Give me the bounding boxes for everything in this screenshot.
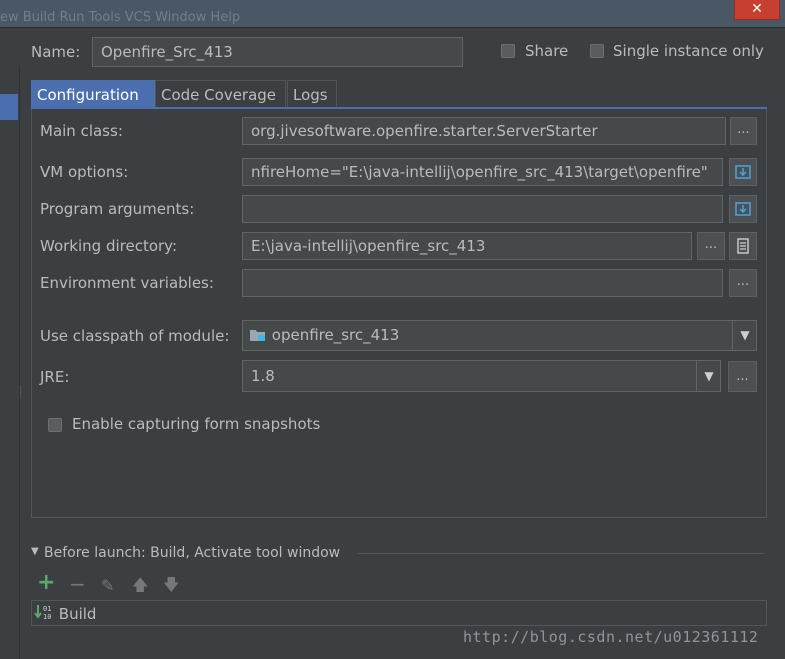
chevron-down-icon[interactable]: ▼ xyxy=(696,361,720,391)
jre-label: JRE: xyxy=(40,368,70,386)
vm-options-label: VM options: xyxy=(40,163,129,181)
menu-bar-text: ew Build Run Tools VCS Window Help xyxy=(0,10,241,25)
tab-logs[interactable]: Logs xyxy=(287,80,337,108)
share-label: Share xyxy=(525,42,569,60)
build-icon: 01 10 xyxy=(34,605,51,621)
splitter-grip-icon[interactable]: ⁝ ⁝ xyxy=(19,386,25,410)
enable-snapshots-label: Enable capturing form snapshots xyxy=(72,415,321,433)
configuration-tree-selected-item[interactable] xyxy=(0,94,18,120)
vm-options-expand-button[interactable] xyxy=(729,158,757,186)
tab-configuration[interactable]: Configuration xyxy=(31,80,155,108)
classpath-module-label: Use classpath of module: xyxy=(40,327,230,345)
expand-field-icon xyxy=(735,202,751,216)
name-label: Name: xyxy=(31,43,81,61)
single-instance-label: Single instance only xyxy=(613,42,764,60)
list-item[interactable]: 01 10 Build xyxy=(34,604,96,623)
before-launch-title: Before launch: Build, Activate tool wind… xyxy=(44,545,341,561)
remove-icon[interactable]: − xyxy=(69,574,86,594)
module-folder-icon xyxy=(250,330,265,341)
list-item-label: Build xyxy=(58,605,97,623)
document-icon xyxy=(737,238,749,254)
jre-browse-button[interactable]: ... xyxy=(728,361,757,392)
environment-variables-edit-button[interactable]: ... xyxy=(729,269,757,297)
tab-code-coverage[interactable]: Code Coverage xyxy=(155,80,286,108)
classpath-module-value: openfire_src_413 xyxy=(271,326,400,344)
environment-variables-input[interactable] xyxy=(242,269,723,297)
close-button[interactable]: ✕ xyxy=(734,0,780,20)
program-arguments-label: Program arguments: xyxy=(40,200,195,218)
main-class-browse-button[interactable]: ... xyxy=(730,117,757,145)
working-directory-label: Working directory: xyxy=(40,237,178,255)
svg-text:10: 10 xyxy=(43,613,51,621)
jre-value: 1.8 xyxy=(251,367,275,385)
single-instance-checkbox[interactable] xyxy=(590,44,604,58)
environment-variables-label: Environment variables: xyxy=(40,274,214,292)
share-checkbox[interactable] xyxy=(501,44,515,58)
svg-text:01: 01 xyxy=(43,605,51,613)
enable-snapshots-checkbox[interactable] xyxy=(48,418,62,432)
jre-select[interactable]: 1.8 ▼ xyxy=(242,360,721,392)
vm-options-input[interactable]: nfireHome="E:\java-intellij\openfire_src… xyxy=(242,158,723,186)
name-input[interactable]: Openfire_Src_413 xyxy=(92,37,463,67)
main-class-input[interactable]: org.jivesoftware.openfire.starter.Server… xyxy=(242,117,726,145)
chevron-down-icon[interactable]: ▼ xyxy=(732,321,756,350)
before-launch-separator xyxy=(357,553,764,554)
configuration-tree-panel[interactable] xyxy=(0,66,20,659)
add-icon[interactable]: + xyxy=(37,572,55,594)
watermark: http://blog.csdn.net/u012361112 xyxy=(463,628,759,646)
working-directory-browse-button[interactable]: ... xyxy=(697,232,725,260)
expand-field-icon xyxy=(735,165,751,179)
edit-icon[interactable]: ✎ xyxy=(101,578,114,594)
working-directory-macro-button[interactable] xyxy=(729,232,757,260)
tab-underline xyxy=(31,107,767,109)
classpath-module-select[interactable]: openfire_src_413 ▼ xyxy=(242,320,757,351)
collapse-triangle-icon[interactable]: ▼ xyxy=(31,546,39,557)
main-class-label: Main class: xyxy=(40,122,123,140)
before-launch-task-list[interactable]: 01 10 Build xyxy=(31,600,767,626)
window-titlebar: ew Build Run Tools VCS Window Help xyxy=(0,0,785,27)
program-arguments-expand-button[interactable] xyxy=(729,195,757,223)
working-directory-input[interactable]: E:\java-intellij\openfire_src_413 xyxy=(242,232,692,260)
program-arguments-input[interactable] xyxy=(242,195,723,223)
move-down-icon[interactable]: 🡇 xyxy=(163,577,179,593)
move-up-icon[interactable]: 🡅 xyxy=(132,577,148,593)
